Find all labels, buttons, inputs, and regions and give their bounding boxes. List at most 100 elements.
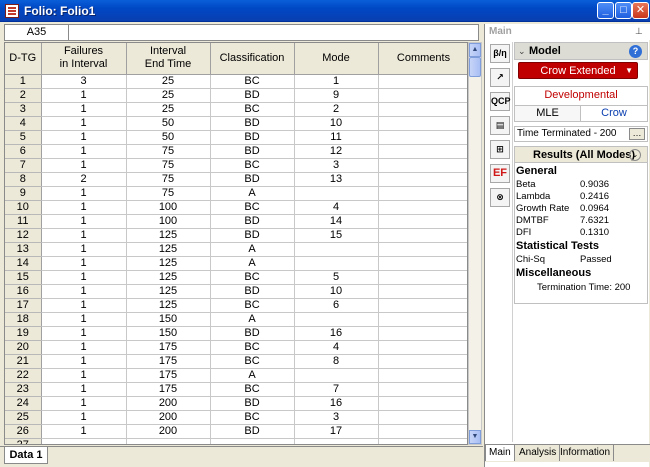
column-header[interactable]: Interval End Time	[126, 43, 211, 75]
table-cell[interactable]: BC	[210, 410, 295, 425]
table-cell[interactable]	[294, 438, 379, 444]
table-cell[interactable]	[378, 368, 467, 383]
table-cell[interactable]: 25	[126, 74, 211, 89]
table-cell[interactable]	[378, 228, 467, 243]
pin-icon[interactable]: ⊥	[635, 26, 645, 37]
table-cell[interactable]: A	[210, 312, 295, 327]
row-header[interactable]: 15	[5, 270, 42, 285]
table-cell[interactable]: 75	[126, 186, 211, 201]
row-header[interactable]: 1	[5, 74, 42, 89]
table-cell[interactable]	[378, 200, 467, 215]
scroll-thumb[interactable]	[469, 57, 481, 77]
table-cell[interactable]	[378, 158, 467, 173]
table-cell[interactable]: 175	[126, 354, 211, 369]
table-cell[interactable]: A	[210, 186, 295, 201]
table-cell[interactable]: 8	[294, 354, 379, 369]
table-cell[interactable]	[126, 438, 211, 444]
row-header[interactable]: 9	[5, 186, 42, 201]
table-cell[interactable]: 1	[41, 186, 127, 201]
table-cell[interactable]: 10	[294, 284, 379, 299]
table-cell[interactable]: BD	[210, 144, 295, 159]
table-cell[interactable]: 75	[126, 172, 211, 187]
table-cell[interactable]: BD	[210, 326, 295, 341]
vertical-scrollbar[interactable]: ▲ ▼	[468, 42, 482, 445]
model-dropdown[interactable]: Crow Extended ▼	[518, 62, 638, 79]
table-cell[interactable]: 1	[41, 102, 127, 117]
column-header[interactable]: Comments	[378, 43, 467, 75]
table-cell[interactable]: 6	[294, 298, 379, 313]
table-cell[interactable]: 1	[41, 228, 127, 243]
table-cell[interactable]	[378, 186, 467, 201]
parameters-icon[interactable]: β/η	[490, 44, 510, 63]
table-cell[interactable]: 1	[41, 144, 127, 159]
table-cell[interactable]	[378, 144, 467, 159]
report-icon[interactable]: ▤	[490, 116, 510, 135]
table-cell[interactable]: BC	[210, 200, 295, 215]
column-header[interactable]: D-TG	[5, 43, 42, 75]
table-cell[interactable]: 1	[41, 200, 127, 215]
row-header[interactable]: 7	[5, 158, 42, 173]
row-header[interactable]: 2	[5, 88, 42, 103]
table-cell[interactable]	[378, 354, 467, 369]
table-cell[interactable]: 1	[41, 130, 127, 145]
table-cell[interactable]: A	[210, 368, 295, 383]
table-cell[interactable]	[378, 326, 467, 341]
table-cell[interactable]: 125	[126, 270, 211, 285]
table-cell[interactable]	[378, 340, 467, 355]
table-cell[interactable]	[378, 284, 467, 299]
table-cell[interactable]: 1	[41, 214, 127, 229]
table-cell[interactable]	[294, 242, 379, 257]
table-cell[interactable]: BC	[210, 340, 295, 355]
table-cell[interactable]: BD	[210, 88, 295, 103]
table-cell[interactable]: BD	[210, 396, 295, 411]
table-cell[interactable]	[378, 130, 467, 145]
maximize-button[interactable]: □	[615, 2, 632, 19]
calculator-icon[interactable]: ⊞	[490, 140, 510, 159]
table-cell[interactable]: 125	[126, 228, 211, 243]
table-cell[interactable]: BC	[210, 270, 295, 285]
table-cell[interactable]: 3	[41, 74, 127, 89]
table-cell[interactable]	[294, 256, 379, 271]
distribution-icon[interactable]: ⊗	[490, 188, 510, 207]
table-cell[interactable]: BC	[210, 382, 295, 397]
table-cell[interactable]: BC	[210, 102, 295, 117]
table-cell[interactable]: 1	[41, 382, 127, 397]
table-cell[interactable]	[378, 382, 467, 397]
table-cell[interactable]	[378, 298, 467, 313]
table-cell[interactable]: 200	[126, 410, 211, 425]
row-header[interactable]: 25	[5, 410, 42, 425]
table-cell[interactable]: 175	[126, 368, 211, 383]
row-header[interactable]: 26	[5, 424, 42, 439]
table-cell[interactable]: 75	[126, 144, 211, 159]
table-cell[interactable]: 125	[126, 242, 211, 257]
row-header[interactable]: 19	[5, 326, 42, 341]
ef-icon[interactable]: EF	[490, 164, 510, 183]
table-cell[interactable]: 14	[294, 214, 379, 229]
table-cell[interactable]: 200	[126, 424, 211, 439]
table-cell[interactable]: 4	[294, 340, 379, 355]
table-cell[interactable]: 4	[294, 200, 379, 215]
table-cell[interactable]: 16	[294, 396, 379, 411]
table-cell[interactable]: 2	[41, 172, 127, 187]
table-cell[interactable]: 100	[126, 200, 211, 215]
table-cell[interactable]: A	[210, 256, 295, 271]
help-icon[interactable]: ?	[629, 45, 642, 58]
table-cell[interactable]: 3	[294, 410, 379, 425]
table-cell[interactable]: 50	[126, 130, 211, 145]
table-cell[interactable]: 125	[126, 284, 211, 299]
cell-reference[interactable]: A35	[5, 25, 69, 40]
table-cell[interactable]	[378, 172, 467, 187]
model-section-header[interactable]: ⌄ Model ?	[514, 42, 648, 60]
row-header[interactable]: 14	[5, 256, 42, 271]
table-cell[interactable]: BD	[210, 130, 295, 145]
table-cell[interactable]: 15	[294, 228, 379, 243]
table-cell[interactable]	[378, 214, 467, 229]
row-header[interactable]: 4	[5, 116, 42, 131]
scroll-down-arrow[interactable]: ▼	[469, 430, 481, 444]
table-cell[interactable]: BD	[210, 284, 295, 299]
table-cell[interactable]	[294, 186, 379, 201]
table-cell[interactable]	[378, 88, 467, 103]
table-cell[interactable]	[378, 270, 467, 285]
cell-value-input[interactable]	[73, 25, 473, 40]
table-cell[interactable]: 3	[294, 158, 379, 173]
